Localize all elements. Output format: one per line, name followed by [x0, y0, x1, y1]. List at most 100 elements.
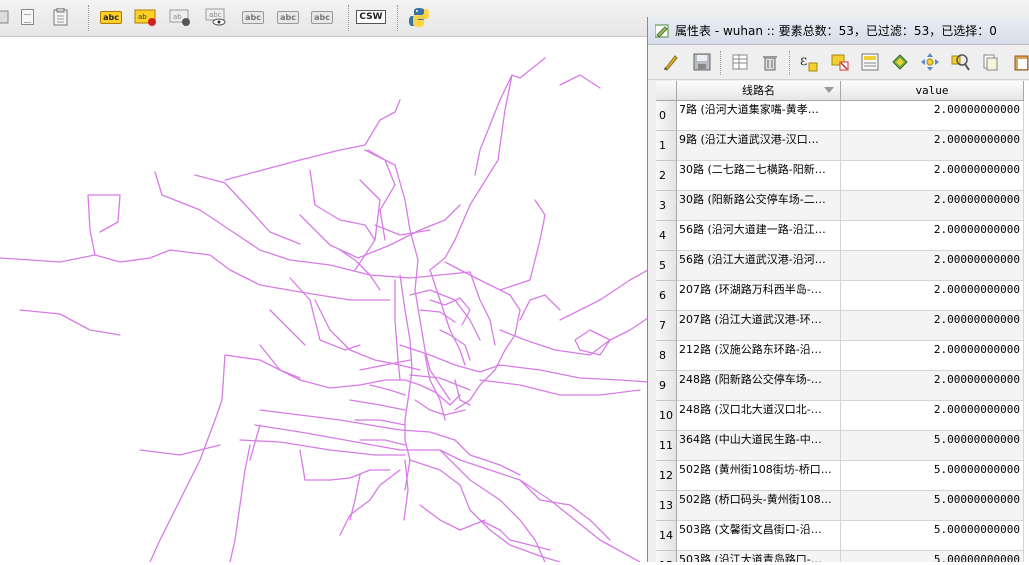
column-header-label: 线路名	[742, 84, 775, 97]
cell-value[interactable]: 5.00000000000	[841, 431, 1024, 461]
cell-value[interactable]: 2.00000000000	[841, 401, 1024, 431]
svg-text:ab: ab	[173, 13, 182, 21]
table-row[interactable]: 15503路 (沿江大道青岛路口-…5.00000000000	[656, 551, 1029, 562]
cell-value[interactable]: 2.00000000000	[841, 251, 1024, 281]
cell-value[interactable]: 2.00000000000	[841, 281, 1024, 311]
cell-route-name[interactable]: 248路 (汉口北大道汉口北-…	[677, 401, 841, 431]
cell-route-name[interactable]: 502路 (桥口码头-黄州街108…	[677, 491, 841, 521]
paste-rows-icon[interactable]	[1010, 51, 1029, 73]
row-header[interactable]: 1	[656, 131, 677, 161]
cell-route-name[interactable]: 212路 (汉施公路东环路-沿…	[677, 341, 841, 371]
new-document-icon[interactable]	[14, 5, 40, 29]
cell-route-name[interactable]: 7路 (沿河大道集家嘴-黄孝…	[677, 101, 841, 131]
cell-value[interactable]: 2.00000000000	[841, 341, 1024, 371]
invert-selection-icon[interactable]	[888, 51, 912, 73]
row-header[interactable]: 8	[656, 341, 677, 371]
zoom-to-selected-icon[interactable]	[948, 51, 972, 73]
add-record-icon[interactable]	[728, 51, 752, 73]
cell-route-name[interactable]: 502路 (黄州街108街坊-桥口…	[677, 461, 841, 491]
table-row[interactable]: 14 503路 (文馨街文昌街口-沿… 5.00000000000	[656, 521, 1029, 551]
table-row[interactable]: 11 364路 (中山大道民生路-中… 5.00000000000	[656, 431, 1029, 461]
cell-route-name[interactable]: 207路 (沿江大道武汉港-环…	[677, 311, 841, 341]
copy-rows-icon[interactable]	[978, 51, 1002, 73]
toolbar-separator	[720, 51, 722, 75]
column-header-value[interactable]: value	[841, 81, 1024, 101]
row-header[interactable]: 11	[656, 431, 677, 461]
window-titlebar[interactable]: 属性表 - wuhan :: 要素总数：53，已过滤：53，已选择：0	[648, 17, 1029, 45]
cell-value[interactable]: 5.00000000000	[841, 551, 1024, 562]
deselect-all-icon[interactable]	[828, 51, 852, 73]
pan-to-selected-icon[interactable]	[918, 51, 942, 73]
table-row[interactable]: 10 248路 (汉口北大道汉口北-… 2.00000000000	[656, 401, 1029, 431]
label-settings-icon[interactable]: ab	[133, 5, 159, 29]
row-header[interactable]: 10	[656, 401, 677, 431]
table-row[interactable]: 0 7路 (沿河大道集家嘴-黄孝… 2.00000000000	[656, 101, 1029, 131]
attribute-table[interactable]: 线路名 value 0 7路 (沿河大道集家嘴-黄孝… 2.00000000000 1…	[656, 81, 1029, 562]
label-tool-icon[interactable]: abc	[98, 5, 124, 29]
row-header[interactable]: 14	[656, 521, 677, 551]
cell-route-name[interactable]: 56路 (沿河大道建一路-沿江…	[677, 221, 841, 251]
row-header[interactable]: 5	[656, 251, 677, 281]
table-row[interactable]: 8 212路 (汉施公路东环路-沿… 2.00000000000	[656, 341, 1029, 371]
row-header[interactable]: 7	[656, 311, 677, 341]
save-edits-icon[interactable]	[690, 51, 714, 73]
cell-value[interactable]: 5.00000000000	[841, 491, 1024, 521]
table-row[interactable]: 6 207路 (环湖路万科西半岛-… 2.00000000000	[656, 281, 1029, 311]
cell-route-name[interactable]: 30路 (阳新路公交停车场-二…	[677, 191, 841, 221]
table-row[interactable]: 3 30路 (阳新路公交停车场-二… 2.00000000000	[656, 191, 1029, 221]
column-header-label: value	[915, 84, 949, 97]
cell-route-name[interactable]: 207路 (环湖路万科西半岛-…	[677, 281, 841, 311]
row-header[interactable]: 4	[656, 221, 677, 251]
edit-table-icon	[655, 24, 669, 38]
table-row[interactable]: 1 9路 (沿江大道武汉港-汉口… 2.00000000000	[656, 131, 1029, 161]
change-label-icon[interactable]: abc	[309, 5, 335, 29]
row-header[interactable]: 3	[656, 191, 677, 221]
move-label-icon[interactable]: abc	[240, 5, 266, 29]
cell-route-name[interactable]: 9路 (沿江大道武汉港-汉口…	[677, 131, 841, 161]
cell-route-name[interactable]: 503路 (沿江大道青岛路口-…	[677, 551, 841, 562]
cell-value[interactable]: 5.00000000000	[841, 521, 1024, 551]
cell-value[interactable]: 2.00000000000	[841, 371, 1024, 401]
show-hide-label-icon[interactable]: abc	[204, 5, 230, 29]
cell-route-name[interactable]: 503路 (文馨街文昌街口-沿…	[677, 521, 841, 551]
cell-value[interactable]: 2.00000000000	[841, 101, 1024, 131]
table-row[interactable]: 13 502路 (桥口码头-黄州街108… 5.00000000000	[656, 491, 1029, 521]
select-by-expression-icon[interactable]: ε	[796, 51, 820, 73]
row-header[interactable]: 12	[656, 461, 677, 491]
svg-text:ab: ab	[138, 13, 147, 21]
cell-value[interactable]: 2.00000000000	[841, 311, 1024, 341]
table-corner-cell[interactable]	[656, 81, 677, 101]
table-row[interactable]: 7 207路 (沿江大道武汉港-环… 2.00000000000	[656, 311, 1029, 341]
rotate-label-icon[interactable]: abc	[275, 5, 301, 29]
cell-route-name[interactable]: 364路 (中山大道民生路-中…	[677, 431, 841, 461]
csw-icon[interactable]: CSW	[356, 5, 386, 29]
table-row[interactable]: 5 56路 (沿江大道武汉港-沿河… 2.00000000000	[656, 251, 1029, 281]
row-header[interactable]: 2	[656, 161, 677, 191]
python-console-icon[interactable]	[406, 5, 432, 29]
move-selection-top-icon[interactable]	[858, 51, 882, 73]
row-header[interactable]: 0	[656, 101, 677, 131]
column-header-route-name[interactable]: 线路名	[677, 81, 841, 101]
cell-value[interactable]: 2.00000000000	[841, 191, 1024, 221]
row-header[interactable]: 13	[656, 491, 677, 521]
table-row[interactable]: 12 502路 (黄州街108街坊-桥口… 5.00000000000	[656, 461, 1029, 491]
row-header[interactable]: 9	[656, 371, 677, 401]
cell-value[interactable]: 2.00000000000	[841, 161, 1024, 191]
toggle-edit-pencil-icon[interactable]	[658, 51, 682, 73]
table-row[interactable]: 2 30路 (二七路二七横路-阳新… 2.00000000000	[656, 161, 1029, 191]
row-header[interactable]: 15	[656, 551, 677, 562]
svg-text:abc: abc	[209, 11, 222, 19]
pin-label-icon[interactable]: ab	[168, 5, 194, 29]
cell-value[interactable]: 2.00000000000	[841, 221, 1024, 251]
cell-route-name[interactable]: 248路 (阳新路公交停车场-…	[677, 371, 841, 401]
table-row[interactable]: 4 56路 (沿河大道建一路-沿江… 2.00000000000	[656, 221, 1029, 251]
clipboard-icon[interactable]	[48, 5, 74, 29]
cell-route-name[interactable]: 56路 (沿江大道武汉港-沿河…	[677, 251, 841, 281]
cell-value[interactable]: 2.00000000000	[841, 131, 1024, 161]
cell-value[interactable]: 5.00000000000	[841, 461, 1024, 491]
map-canvas[interactable]	[0, 37, 649, 563]
table-row[interactable]: 9 248路 (阳新路公交停车场-… 2.00000000000	[656, 371, 1029, 401]
row-header[interactable]: 6	[656, 281, 677, 311]
delete-record-icon[interactable]	[758, 51, 782, 73]
cell-route-name[interactable]: 30路 (二七路二七横路-阳新…	[677, 161, 841, 191]
